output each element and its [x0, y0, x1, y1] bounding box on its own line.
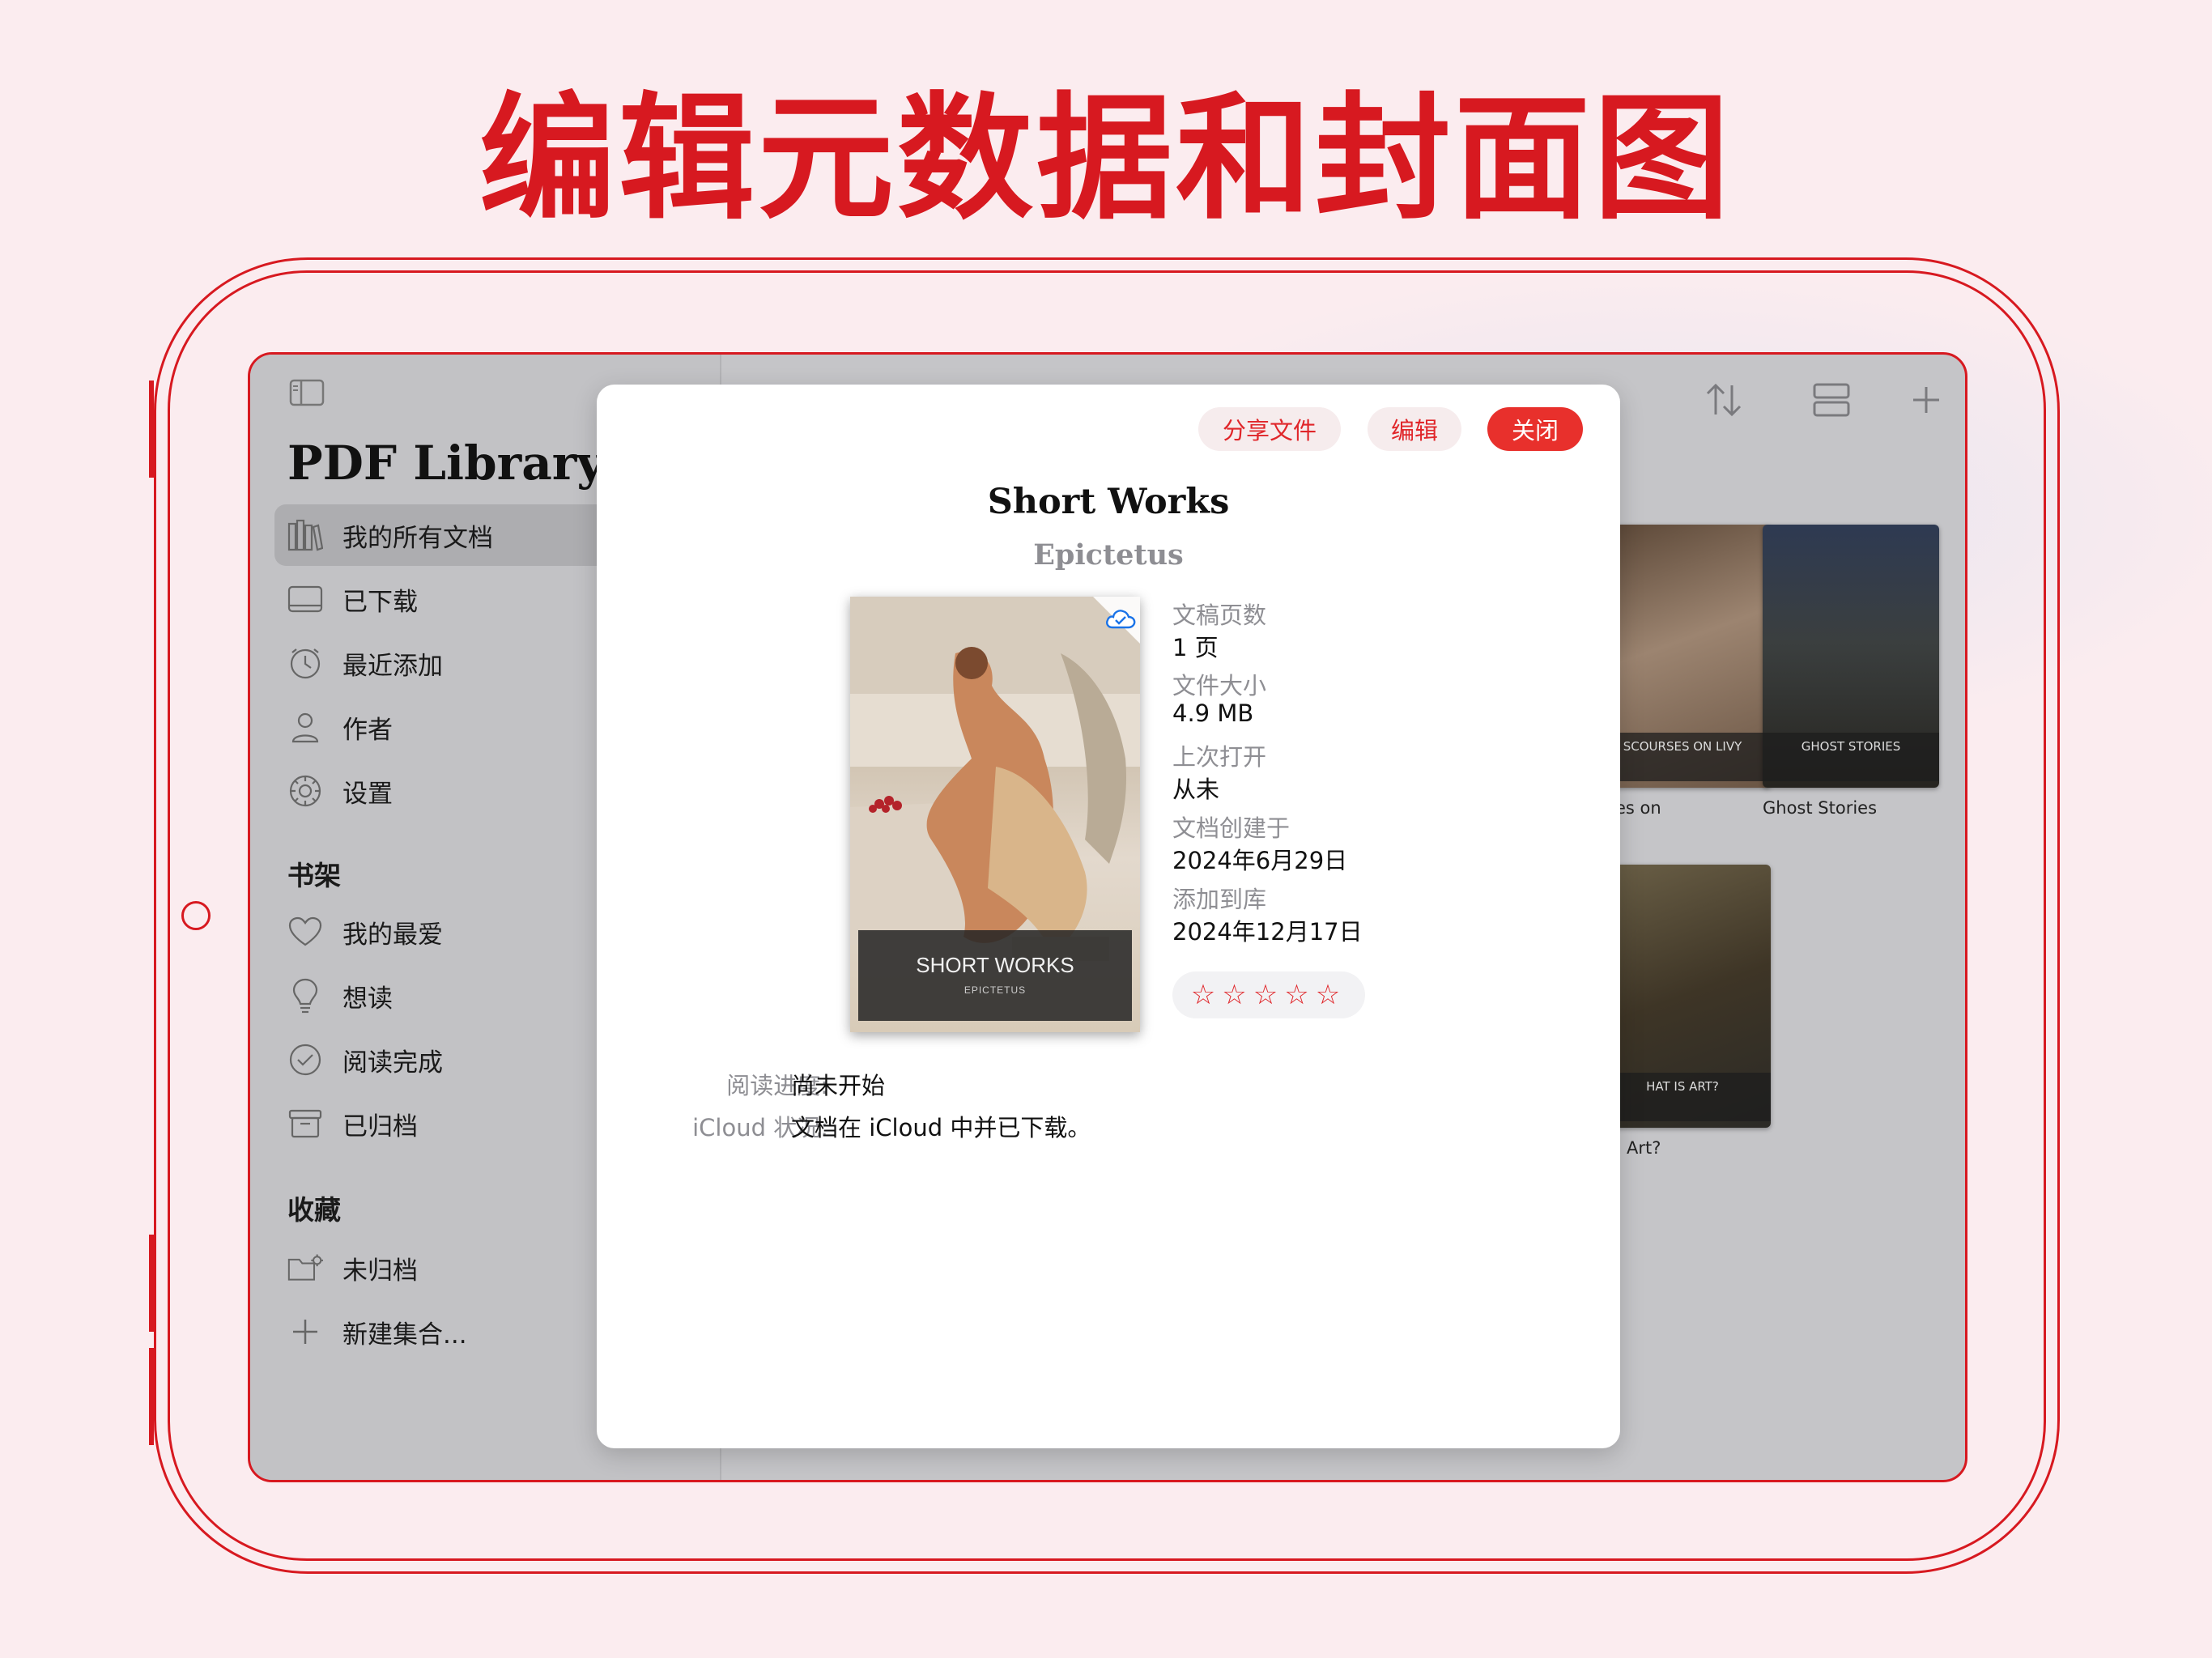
book-cover-text: SCOURSES ON LIVY [1594, 733, 1771, 781]
cover-subtitle: EPICTETUS [963, 984, 1027, 996]
edit-button[interactable]: 编辑 [1368, 407, 1461, 451]
page-count-label: 文稿页数 [1172, 602, 1267, 629]
created-date-label: 文档创建于 [1172, 814, 1291, 842]
file-size-label: 文件大小 [1172, 672, 1267, 699]
book-cover[interactable]: SCOURSES ON LIVY [1594, 525, 1771, 788]
device-side-button [149, 1348, 154, 1445]
sidebar-item-label: 设置 [342, 779, 393, 809]
added-date-label: 添加到库 [1172, 886, 1267, 913]
folder-gear-icon [287, 1250, 323, 1286]
headline: 编辑元数据和封面图 [479, 79, 1733, 238]
icloud-status-value: 文档在 iCloud 中并已下载。 [791, 1114, 1091, 1141]
lightbulb-icon [287, 978, 323, 1014]
file-size-value: 4.9 MB [1172, 699, 1254, 727]
book-cover-text: GHOST STORIES [1763, 733, 1939, 781]
add-icon[interactable] [1905, 379, 1947, 421]
sort-arrows-icon[interactable] [1703, 379, 1745, 421]
last-opened-value: 从未 [1172, 776, 1220, 803]
device-side-button [149, 380, 154, 478]
book-author: Epictetus [1033, 538, 1184, 572]
front-camera [181, 901, 211, 930]
section-title-collections: 收藏 [287, 1194, 341, 1226]
device-side-button [149, 1235, 154, 1332]
share-file-button[interactable]: 分享文件 [1198, 407, 1341, 451]
plus-icon [287, 1314, 323, 1350]
downloaded-tray-icon [287, 581, 323, 617]
library-books-icon [287, 517, 323, 553]
cover-title-band: SHORT WORKS EPICTETUS [858, 930, 1132, 1021]
sidebar-item-label: 未归档 [342, 1256, 418, 1286]
person-icon [287, 709, 323, 745]
gear-icon [287, 773, 323, 809]
book-cover-image[interactable]: SHORT WORKS EPICTETUS [850, 597, 1140, 1032]
added-date-value: 2024年12月17日 [1172, 918, 1363, 946]
archive-box-icon [287, 1106, 323, 1141]
close-button[interactable]: 关闭 [1487, 407, 1583, 451]
layout-rows-icon[interactable] [1810, 379, 1853, 421]
document-info-modal: 分享文件 编辑 关闭 Short Works Epictetus SHORT W… [597, 385, 1620, 1448]
sidebar-item-label: 阅读完成 [342, 1048, 443, 1078]
sidebar-toggle-icon[interactable] [289, 379, 325, 406]
page-count-value: 1 页 [1172, 634, 1219, 661]
book-caption: Ghost Stories [1763, 798, 1878, 818]
book-cover[interactable]: GHOST STORIES [1763, 525, 1939, 788]
cover-title: SHORT WORKS [916, 953, 1074, 977]
checkmark-circle-icon [287, 1042, 323, 1078]
app-title: PDF Library [287, 436, 605, 491]
star-rating[interactable]: ☆☆☆☆☆ [1172, 971, 1365, 1018]
section-title-shelves: 书架 [287, 860, 341, 891]
sidebar-item-label: 作者 [342, 715, 393, 745]
sidebar-item-label: 想读 [342, 984, 393, 1014]
created-date-value: 2024年6月29日 [1172, 847, 1348, 874]
icloud-check-icon [1106, 610, 1136, 629]
book-cover[interactable]: HAT IS ART? [1594, 865, 1771, 1128]
reading-progress-value: 尚未开始 [791, 1072, 886, 1099]
sidebar-item-label: 已下载 [342, 587, 418, 617]
clock-icon [287, 645, 323, 681]
sidebar-item-label: 我的所有文档 [342, 523, 493, 553]
book-caption: Art? [1627, 1138, 1661, 1158]
heart-icon [287, 914, 323, 950]
sidebar-item-label: 最近添加 [342, 651, 443, 681]
last-opened-label: 上次打开 [1172, 743, 1267, 771]
book-title: Short Works [987, 482, 1230, 522]
book-cover-text: HAT IS ART? [1594, 1073, 1771, 1121]
sidebar-item-label: 我的最爱 [342, 920, 443, 950]
sidebar-item-label: 已归档 [342, 1112, 418, 1141]
sidebar-item-label: 新建集合... [342, 1320, 467, 1350]
